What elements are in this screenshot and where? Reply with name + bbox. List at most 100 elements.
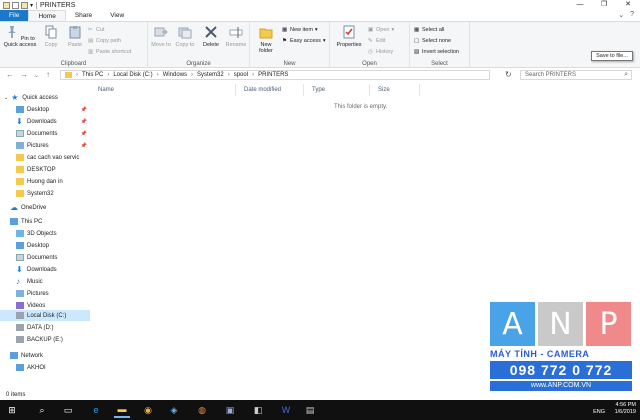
nav-item-3d-objects[interactable]: 3D Objects xyxy=(16,228,90,239)
help-icon[interactable]: ? xyxy=(630,11,634,19)
nav-item-folder[interactable]: System32 xyxy=(16,188,90,199)
store-icon[interactable]: ▣ xyxy=(222,402,238,418)
nav-item-label: Music xyxy=(27,278,43,285)
copy-path-label: Copy path xyxy=(96,38,122,44)
recent-locations-chevron-icon[interactable]: ⌄ xyxy=(34,72,39,79)
nav-item-pictures[interactable]: Pictures 📌 xyxy=(16,140,90,151)
app-icon[interactable]: ▤ xyxy=(302,402,318,418)
edit-button[interactable]: ✎ Edit xyxy=(368,38,385,44)
nav-item-akhoi[interactable]: AKHOI xyxy=(16,362,90,373)
nav-network[interactable]: Network xyxy=(10,350,90,361)
documents-icon xyxy=(16,254,24,261)
new-item-icon: ▦ xyxy=(282,27,288,33)
tab-home[interactable]: Home xyxy=(28,10,66,21)
word-icon[interactable]: W xyxy=(278,402,294,418)
app-icon[interactable]: ◧ xyxy=(250,402,266,418)
column-date-modified[interactable]: Date modified xyxy=(236,84,304,96)
invert-selection-button[interactable]: ▧ Invert selection xyxy=(414,49,459,55)
edge-icon[interactable]: e xyxy=(88,402,104,418)
rename-button[interactable]: Rename xyxy=(224,25,248,48)
chevron-down-icon[interactable]: ▾ xyxy=(30,2,33,9)
nav-item-data-drive[interactable]: DATA (D:) xyxy=(16,322,90,333)
copy-button[interactable]: Copy xyxy=(40,25,62,48)
chrome-icon[interactable]: ◉ xyxy=(140,402,156,418)
nav-item-downloads[interactable]: ⬇ Downloads 📌 xyxy=(16,116,90,127)
open-label: Open xyxy=(376,27,390,33)
paste-shortcut-button[interactable]: ▥ Paste shortcut xyxy=(88,49,131,55)
maximize-icon[interactable]: ❐ xyxy=(592,0,616,10)
nav-item-desktop[interactable]: Desktop xyxy=(16,240,90,251)
nav-quick-access-label: Quick access xyxy=(22,94,58,101)
nav-item-desktop[interactable]: Desktop 📌 xyxy=(16,104,90,115)
column-size[interactable]: Size xyxy=(370,84,420,96)
select-none-button[interactable]: ▢ Select none xyxy=(414,38,451,44)
nav-item-music[interactable]: ♪ Music xyxy=(16,276,90,287)
column-type[interactable]: Type xyxy=(304,84,370,96)
easy-access-button[interactable]: ⚑ Easy access ▾ xyxy=(282,38,326,44)
windows-start-icon[interactable]: ⊞ xyxy=(4,402,20,418)
search-icon[interactable]: ⌕ xyxy=(34,402,50,418)
new-item-button[interactable]: ▦ New item ▾ xyxy=(282,27,318,33)
breadcrumb-local-disk[interactable]: Local Disk (C:) xyxy=(113,72,152,78)
back-arrow-icon[interactable]: ← xyxy=(6,70,14,79)
nav-this-pc[interactable]: This PC xyxy=(10,216,90,227)
select-all-button[interactable]: ▦ Select all xyxy=(414,27,444,33)
file-explorer-icon[interactable]: ▬ xyxy=(114,402,130,418)
breadcrumb-this-pc[interactable]: This PC xyxy=(82,72,103,78)
refresh-icon[interactable]: ↻ xyxy=(505,70,512,79)
history-button[interactable]: ◷ History xyxy=(368,49,393,55)
properties-button[interactable]: Properties xyxy=(333,25,365,48)
copy-path-button[interactable]: ▤ Copy path xyxy=(88,38,121,44)
nav-item-label: 3D Objects xyxy=(27,230,57,237)
close-icon[interactable]: ✕ xyxy=(616,0,640,10)
breadcrumb-system32[interactable]: System32 xyxy=(197,72,224,78)
download-icon: ⬇ xyxy=(16,265,23,274)
nav-quick-access[interactable]: ⌄ ★ Quick access xyxy=(4,92,90,103)
nav-onedrive[interactable]: ☁ OneDrive xyxy=(10,202,90,213)
address-bar[interactable]: › This PC › Local Disk (C:) › Windows › … xyxy=(60,70,490,80)
paste-button[interactable]: Paste xyxy=(64,25,86,48)
logo-letter-p: P xyxy=(586,302,631,346)
nav-item-folder[interactable]: DESKTOP xyxy=(16,164,90,175)
nav-item-documents[interactable]: Documents xyxy=(16,252,90,263)
nav-item-folder[interactable]: Huong dan in xyxy=(16,176,90,187)
move-to-button[interactable]: Move to xyxy=(150,25,172,48)
system-tray: ENG 4:56 PM 1/6/2019 xyxy=(593,402,636,416)
forward-arrow-icon[interactable]: → xyxy=(20,70,28,79)
breadcrumb-printers[interactable]: PRINTERS xyxy=(258,72,288,78)
network-icon xyxy=(10,352,18,359)
nav-item-pictures[interactable]: Pictures xyxy=(16,288,90,299)
task-view-icon[interactable]: ▭ xyxy=(60,402,76,418)
nav-item-label: DESKTOP xyxy=(27,166,56,173)
breadcrumb-spool[interactable]: spool xyxy=(234,72,248,78)
nav-item-documents[interactable]: Documents 📌 xyxy=(16,128,90,139)
search-input[interactable]: Search PRINTERS ⌕ xyxy=(520,70,632,80)
tray-language[interactable]: ENG xyxy=(593,409,605,415)
tab-view[interactable]: View xyxy=(101,10,133,21)
chevron-down-icon[interactable]: ⌄ xyxy=(618,11,624,19)
open-group: Properties ▣ Open ▾ ✎ Edit ◷ History Open xyxy=(330,22,410,68)
tab-share[interactable]: Share xyxy=(66,10,101,21)
copy-to-button[interactable]: Copy to xyxy=(174,25,196,48)
tab-file[interactable]: File xyxy=(0,10,29,21)
delete-button[interactable]: Delete xyxy=(200,25,222,48)
clock[interactable]: 4:56 PM 1/6/2019 xyxy=(615,402,636,416)
minimize-icon[interactable]: — xyxy=(568,0,592,10)
pin-to-quick-access-button[interactable]: Pin to Quick access xyxy=(3,25,37,48)
nav-item-local-disk[interactable]: Local Disk (C:) xyxy=(0,310,90,321)
app-icon[interactable]: ◈ xyxy=(166,402,182,418)
new-folder-qat-icon[interactable] xyxy=(21,1,28,9)
nav-item-backup-drive[interactable]: BACKUP (E:) xyxy=(16,334,90,345)
column-name[interactable]: Name xyxy=(90,84,236,96)
firefox-icon[interactable]: ◍ xyxy=(194,402,210,418)
move-to-label: Move to xyxy=(151,42,171,48)
nav-item-downloads[interactable]: ⬇ Downloads xyxy=(16,264,90,275)
nav-item-folder[interactable]: cac cach vao servic xyxy=(16,152,90,163)
address-row: ← → ⌄ ↑ › This PC › Local Disk (C:) › Wi… xyxy=(0,68,640,82)
breadcrumb-windows[interactable]: Windows xyxy=(163,72,187,78)
open-button[interactable]: ▣ Open ▾ xyxy=(368,27,394,33)
new-folder-button[interactable]: New folder xyxy=(253,25,279,54)
properties-qat-icon[interactable] xyxy=(12,1,19,9)
up-arrow-icon[interactable]: ↑ xyxy=(46,70,50,79)
cut-button[interactable]: ✂ Cut xyxy=(88,27,105,33)
